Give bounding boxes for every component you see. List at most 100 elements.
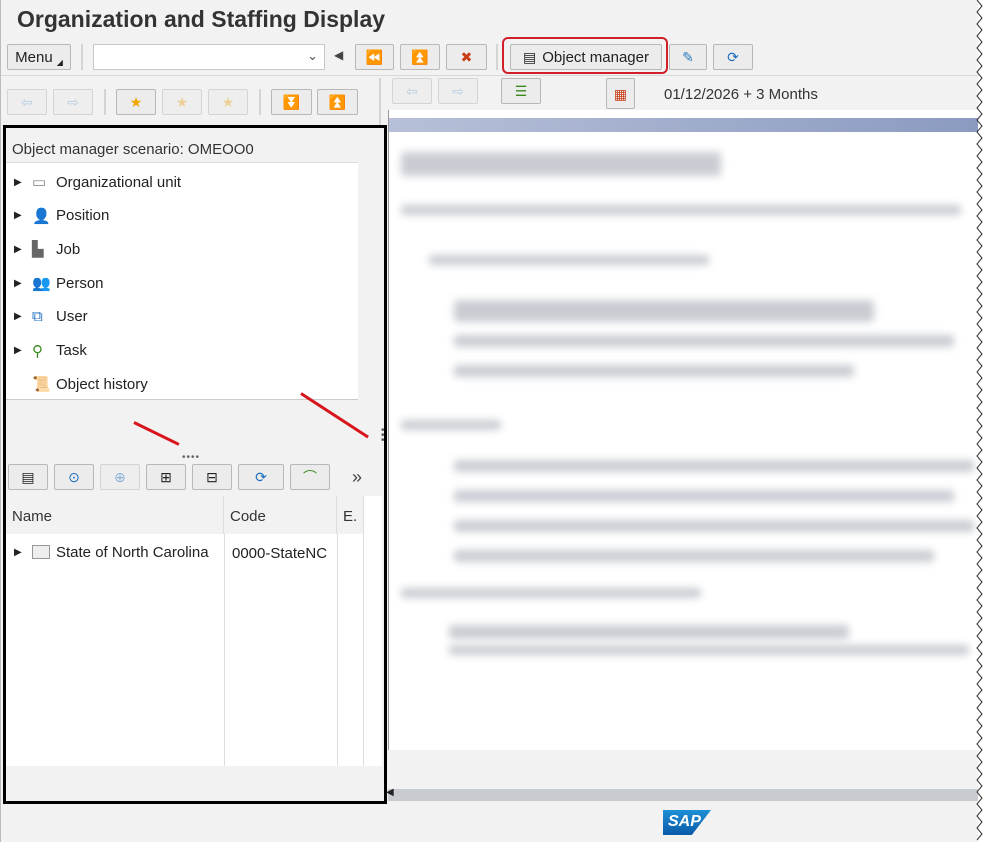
expand-button[interactable]: ⏬	[271, 89, 312, 115]
job-icon: ▙	[32, 241, 44, 259]
list-toolbar: ▤ ⊙ ⊕ ⊞ ⊟ ⟳ ⌒ »	[6, 461, 382, 496]
row-name: State of North Carolina	[56, 543, 209, 561]
tree-item-label: Object history	[56, 375, 148, 393]
expand-triangle-icon[interactable]: ▶	[14, 278, 26, 289]
column-divider	[363, 534, 364, 766]
find-button[interactable]: ⊙	[54, 464, 94, 490]
glasses-pencil-icon: ✎	[682, 49, 694, 65]
more-chevron-icon[interactable]: »	[352, 467, 362, 488]
sap-window: Organization and Staffing Display Menu ◢ …	[0, 0, 979, 842]
delete-favorite-button[interactable]: ★	[208, 89, 248, 115]
add-favorite-button[interactable]: ★	[116, 89, 156, 115]
highlight-box	[502, 37, 668, 74]
exit-button[interactable]: ⏫	[400, 44, 440, 70]
chevron-down-icon: ⌄	[307, 48, 318, 63]
person-icon: 👥	[32, 275, 51, 293]
expand-triangle-icon[interactable]: ▶	[14, 177, 26, 188]
star-add-icon: ★	[129, 94, 143, 110]
horizontal-scrollbar[interactable]: ◀	[386, 787, 978, 801]
tree-item[interactable]: ▶ ▙ Job	[14, 238, 80, 260]
back-icon: ⏪	[365, 49, 384, 65]
date-range: 01/12/2026 + 3 Months	[664, 86, 818, 103]
expand-triangle-icon[interactable]: ▶	[14, 311, 26, 322]
collapse-icon: ⊟	[206, 469, 218, 485]
tree-item-label: Person	[56, 274, 104, 292]
tree-item[interactable]: ▶ ⧉ User	[14, 306, 88, 328]
favorite-button[interactable]: ★	[162, 89, 202, 115]
expand-triangle-icon[interactable]: ▶	[14, 547, 26, 558]
torn-edge	[976, 0, 983, 841]
arrow-left-icon: ⇦	[406, 83, 418, 99]
doc-header-bar	[389, 118, 978, 132]
dropdown-corner-icon: ◢	[56, 57, 63, 67]
refresh-button[interactable]: ⟳	[713, 44, 753, 70]
expand-triangle-icon[interactable]: ▶	[14, 244, 26, 255]
tree-item[interactable]: ▶ ⚲ Task	[14, 340, 87, 362]
arrow-left-icon: ⇦	[21, 94, 33, 110]
collapse-all-button[interactable]: ⊟	[192, 464, 232, 490]
layout-button[interactable]: ▤	[8, 464, 48, 490]
refresh-icon: ⟳	[727, 49, 739, 65]
relations-icon: ⌒	[303, 469, 317, 485]
splitter-handle[interactable]: • • •	[381, 426, 385, 446]
object-tree: ▶ ▭ Organizational unit ▶ 👤 Position ▶ ▙ Job ▶ 👥 Pe…	[6, 163, 358, 400]
expand-triangle-icon[interactable]: ▶	[14, 345, 26, 356]
divider	[81, 44, 83, 70]
double-chevron-up-icon: ⏫	[328, 94, 347, 110]
results-table: Name Code E. ▶ State of North Carolina 0…	[6, 496, 382, 766]
collapse-arrow-icon[interactable]: ◀	[334, 48, 343, 62]
scroll-left-icon[interactable]: ◀	[386, 787, 394, 798]
list-button[interactable]: ☰	[501, 78, 541, 104]
relations-button[interactable]: ⌒	[290, 464, 330, 490]
splitter[interactable]	[379, 78, 381, 125]
double-chevron-down-icon: ⏬	[282, 94, 301, 110]
column-header-code[interactable]: Code	[224, 496, 337, 534]
tree-item-label: Task	[56, 342, 87, 359]
object-manager-panel: Object manager scenario: OMEOO0 ▶ ▭ Organi…	[3, 125, 387, 804]
divider	[259, 89, 261, 115]
expand-all-button[interactable]: ⊞	[146, 464, 186, 490]
sap-logo: SAP	[663, 810, 711, 835]
position-icon: 👤	[32, 207, 51, 225]
table-row[interactable]: ▶ State of North Carolina	[14, 541, 209, 563]
divider	[1, 75, 979, 76]
find-more-button[interactable]: ⊕	[100, 464, 140, 490]
user-icon: ⧉	[32, 308, 43, 326]
tree-item[interactable]: ▶ 👤 Position	[14, 205, 109, 227]
column-header-e[interactable]: E.	[337, 496, 364, 534]
tree-item-label: User	[56, 308, 88, 326]
expand-icon: ⊞	[160, 469, 172, 485]
back-button[interactable]: ⏪	[355, 44, 394, 70]
menu-label: Menu	[15, 48, 53, 66]
tree-item[interactable]: ▶ ▭ Organizational unit	[14, 171, 181, 193]
document-viewer	[388, 110, 978, 750]
column-divider	[224, 534, 225, 766]
exit-icon: ⏫	[411, 49, 429, 65]
cancel-button[interactable]: ✖	[446, 44, 487, 70]
collapse-button[interactable]: ⏫	[317, 89, 358, 115]
page-title: Organization and Staffing Display	[17, 6, 386, 32]
tree-item-label: Position	[56, 207, 110, 225]
doc-forward-button[interactable]: ⇨	[438, 78, 478, 104]
refresh-menu-button[interactable]: ⟳	[238, 464, 284, 490]
scenario-label: Object manager scenario: OMEOO0	[6, 128, 358, 163]
history-icon: 📜	[32, 376, 51, 394]
doc-back-button[interactable]: ⇦	[392, 78, 432, 104]
tree-item[interactable]: 📜 Object history	[14, 373, 148, 395]
tree-item-label: Job	[56, 240, 81, 258]
display-change-button[interactable]: ✎	[669, 44, 707, 70]
nav-back-button[interactable]: ⇦	[7, 89, 47, 115]
tree-item-label: Organizational unit	[56, 173, 182, 191]
column-header-name[interactable]: Name	[6, 496, 224, 534]
star-delete-icon: ★	[221, 94, 235, 110]
calendar-button[interactable]: ▦	[606, 78, 635, 109]
binoculars-plus-icon: ⊕	[114, 469, 126, 485]
nav-forward-button[interactable]: ⇨	[53, 89, 93, 115]
refresh-icon: ⟳	[255, 469, 267, 485]
menu-button[interactable]: Menu ◢	[7, 44, 71, 70]
star-icon: ★	[175, 94, 189, 110]
command-field[interactable]: ⌄	[93, 44, 325, 70]
divider	[104, 89, 106, 115]
tree-item[interactable]: ▶ 👥 Person	[14, 272, 104, 294]
expand-triangle-icon[interactable]: ▶	[14, 210, 26, 221]
